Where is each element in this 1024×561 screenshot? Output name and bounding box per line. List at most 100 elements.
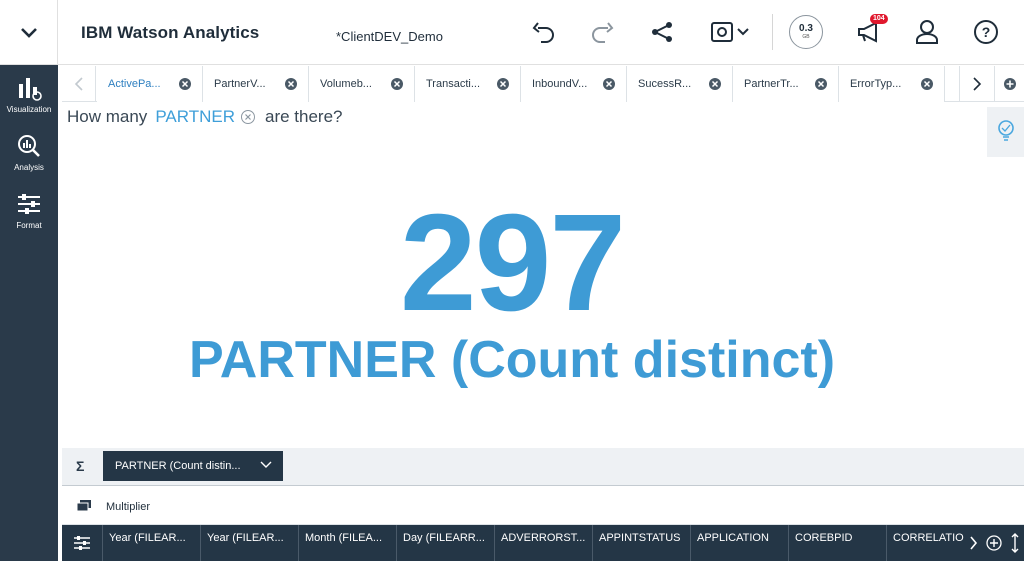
tab-volumeb[interactable]: Volumeb... [309,66,415,102]
question-field-token[interactable]: PARTNER [155,107,235,127]
column-chip[interactable]: ADVERRORST... [494,525,591,561]
close-icon[interactable] [815,78,827,90]
tab-partnerv[interactable]: PartnerV... [203,66,309,102]
left-sidebar: Visualization Analysis Format [0,65,58,561]
question-prefix: How many [67,107,148,126]
tab-label: SucessR... [638,78,692,90]
document-title: *ClientDEV_Demo [336,29,443,44]
svg-text:?: ? [982,24,991,40]
add-column-button[interactable] [984,525,1004,561]
tab-transacti[interactable]: Transacti... [415,66,521,102]
chevron-left-icon [74,77,83,91]
close-icon[interactable] [709,78,721,90]
help-icon: ? [974,20,998,44]
resize-panel-handle[interactable] [1006,525,1024,561]
columns-bar: Year (FILEAR... Year (FILEAR... Month (F… [62,525,1024,561]
tab-label: Volumeb... [320,78,372,90]
header-divider [772,14,773,50]
tab-sucessr[interactable]: SucessR... [627,66,733,102]
user-icon [916,20,938,44]
magnifier-chart-icon [18,135,40,157]
tab-scroll-left-button[interactable] [62,66,96,102]
sidebar-item-label: Format [16,221,42,230]
vertical-arrows-icon [1011,533,1019,553]
sidebar-item-visualization[interactable]: Visualization [0,75,58,129]
tab-strip: ActivePa... PartnerV... Volumeb... Trans… [62,66,1024,102]
kpi-value: 297 [399,186,626,340]
sidebar-item-format[interactable]: Format [0,191,58,245]
chevron-down-icon [737,28,749,36]
columns-settings-button[interactable] [62,525,102,561]
tab-activepa[interactable]: ActivePa... [97,66,203,102]
column-chip[interactable]: COREBPID [788,525,885,561]
close-icon[interactable] [285,78,297,90]
tab-scroll-right-button[interactable] [959,66,993,102]
measure-field-pill[interactable]: PARTNER (Count distin... [103,451,283,481]
close-icon[interactable] [603,78,615,90]
notification-count-badge: 104 [870,14,888,24]
column-chip[interactable]: Year (FILEAR... [102,525,199,561]
notifications-button[interactable]: 104 [853,14,888,49]
sliders-icon [18,194,40,214]
question-bar: How many PARTNER are there? [67,107,342,127]
close-icon[interactable] [179,78,191,90]
close-icon[interactable] [921,78,933,90]
sliders-icon [74,536,90,550]
tab-label: PartnerV... [214,78,266,90]
column-chip[interactable]: Month (FILEA... [298,525,395,561]
plus-circle-icon [986,535,1002,551]
sidebar-item-label: Analysis [14,163,44,172]
tab-label: PartnerTr... [744,78,799,90]
sidebar-item-analysis[interactable]: Analysis [0,133,58,187]
chevron-down-icon [20,27,37,38]
chevron-right-icon [972,77,981,91]
plus-circle-icon [1003,78,1016,90]
multiplier-slot-bar[interactable]: Multiplier [62,487,1024,525]
storage-indicator[interactable]: 0.3 GB [789,15,823,49]
kpi-label: PARTNER (Count distinct) [188,331,836,389]
help-button[interactable]: ? [969,15,1003,49]
add-tab-button[interactable] [994,66,1024,102]
sidebar-item-label: Visualization [6,105,52,114]
share-button[interactable] [645,15,679,49]
undo-button[interactable] [527,15,561,49]
column-chip[interactable]: CORRELATIO [886,525,964,561]
chevron-down-icon [260,461,272,468]
app-title: IBM Watson Analytics [81,23,260,42]
capture-menu-button[interactable] [703,15,757,49]
tab-errortyp[interactable]: ErrorTyp... [839,66,945,102]
tab-partnertr[interactable]: PartnerTr... [733,66,839,102]
sigma-icon: Σ [76,458,85,474]
tab-inboundv[interactable]: InboundV... [521,66,627,102]
measure-field-label: PARTNER (Count distin... [115,460,241,472]
column-chip[interactable]: APPINTSTATUS [592,525,689,561]
redo-icon [592,22,614,43]
question-suffix: are there? [264,107,343,126]
column-chip[interactable]: Day (FILEARR... [396,525,493,561]
storage-unit: GB [802,34,810,40]
bar-chart-icon [19,78,42,101]
close-icon[interactable] [391,78,403,90]
lightbulb-icon [997,120,1014,141]
multiplier-label: Multiplier [106,501,151,513]
tab-label: InboundV... [532,78,588,90]
share-icon [652,22,672,42]
tab-label: Transacti... [426,78,480,90]
redo-button[interactable] [585,15,619,49]
insight-button[interactable] [987,107,1024,157]
close-icon[interactable] [497,78,509,90]
tab-label: ActivePa... [108,78,161,90]
chevron-right-icon [969,536,977,550]
top-header: IBM Watson Analytics *ClientDEV_Demo 0.3… [0,0,1024,65]
menu-toggle-button[interactable] [0,0,58,65]
close-icon [245,114,251,120]
undo-icon [532,22,554,43]
camera-icon [711,22,733,42]
columns-scroll-right-button[interactable] [964,525,982,561]
stack-icon [76,500,91,512]
column-chip[interactable]: Year (FILEAR... [200,525,297,561]
tab-label: ErrorTyp... [850,78,902,90]
column-chip[interactable]: APPLICATION [690,525,787,561]
remove-field-button[interactable] [240,110,255,124]
profile-button[interactable] [910,15,944,49]
